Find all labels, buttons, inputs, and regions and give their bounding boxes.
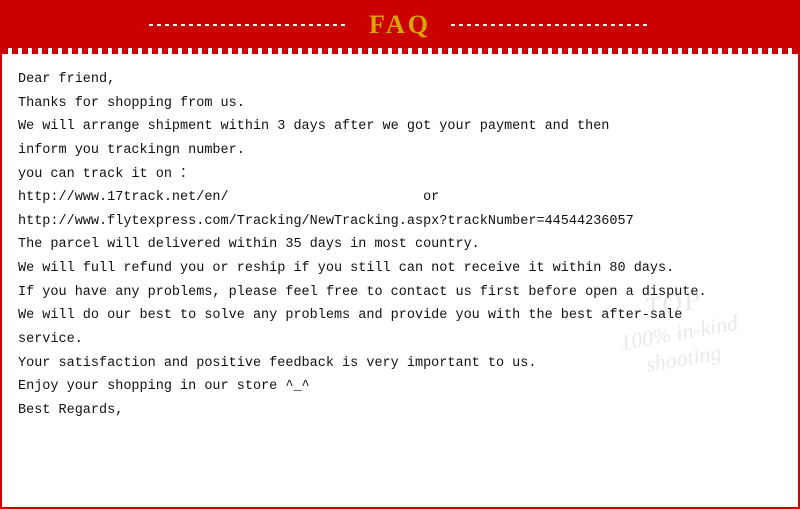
content-line-2: We will arrange shipment within 3 days a… [18,115,782,139]
content-area: TOP 100% in-kindshooting Dear friend,Tha… [2,54,798,432]
faq-title: FAQ [369,10,431,40]
content-line-11: service. [18,328,782,352]
content-line-3: inform you trackingn number. [18,139,782,163]
content-line-7: The parcel will delivered within 35 days… [18,233,782,257]
content-line-5: http://www.17track.net/en/ or [18,186,782,210]
content-lines: Dear friend,Thanks for shopping from us.… [18,68,782,422]
page-wrapper: FAQ TOP 100% in-kindshooting Dear friend… [0,0,800,509]
content-line-4: you can track it on ： [18,163,782,187]
content-line-8: We will full refund you or reship if you… [18,257,782,281]
content-line-6: http://www.flytexpress.com/Tracking/NewT… [18,210,782,234]
content-line-12: Your satisfaction and positive feedback … [18,352,782,376]
content-line-1: Thanks for shopping from us. [18,92,782,116]
content-line-10: We will do our best to solve any problem… [18,304,782,328]
content-line-0: Dear friend, [18,68,782,92]
header: FAQ [2,2,798,48]
content-line-13: Enjoy your shopping in our store ^_^ [18,375,782,399]
content-line-9: If you have any problems, please feel fr… [18,281,782,305]
content-line-14: Best Regards, [18,399,782,423]
